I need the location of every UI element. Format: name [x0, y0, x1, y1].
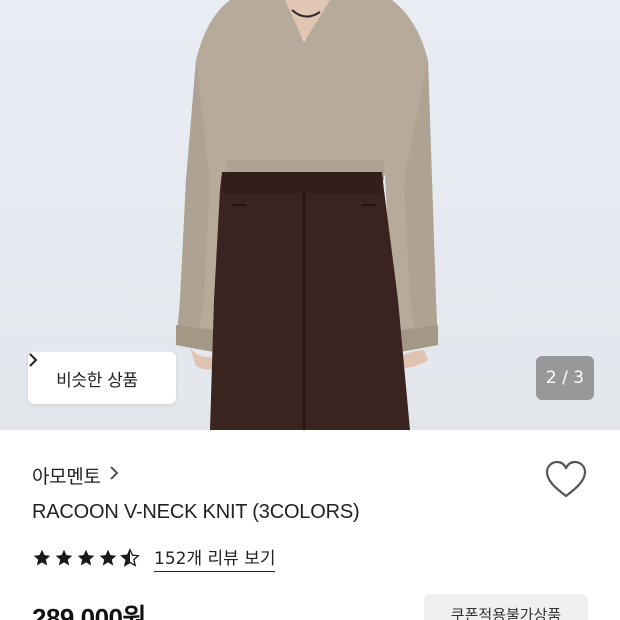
pants [210, 172, 410, 430]
star-icon [99, 549, 117, 566]
image-pager: 2 / 3 [536, 356, 594, 400]
rating-row: 152개 리뷰 보기 [32, 544, 276, 572]
star-icon [33, 549, 51, 566]
product-price: 289,000원 [32, 603, 146, 620]
similar-products-label: 비슷한 상품 [56, 370, 138, 391]
star-rating [32, 548, 140, 568]
chevron-right-icon [109, 465, 119, 486]
similar-products-button[interactable]: 비슷한 상품 [28, 352, 176, 404]
brand-name: 아모멘토 [32, 466, 101, 488]
half-star-icon [120, 548, 140, 567]
star-icon [55, 549, 73, 566]
star-icon [77, 549, 95, 566]
heart-icon[interactable] [544, 460, 588, 500]
pants-waistband [222, 172, 382, 194]
reviews-link[interactable]: 152개 리뷰 보기 [154, 544, 276, 572]
coupon-unavailable-badge: 쿠폰적용불가상품 [424, 594, 588, 620]
product-image[interactable]: 비슷한 상품 2 / 3 [0, 0, 620, 430]
brand-link[interactable]: 아모멘토 [32, 462, 119, 489]
product-title: RACOON V-NECK KNIT (3COLORS) [32, 501, 360, 523]
